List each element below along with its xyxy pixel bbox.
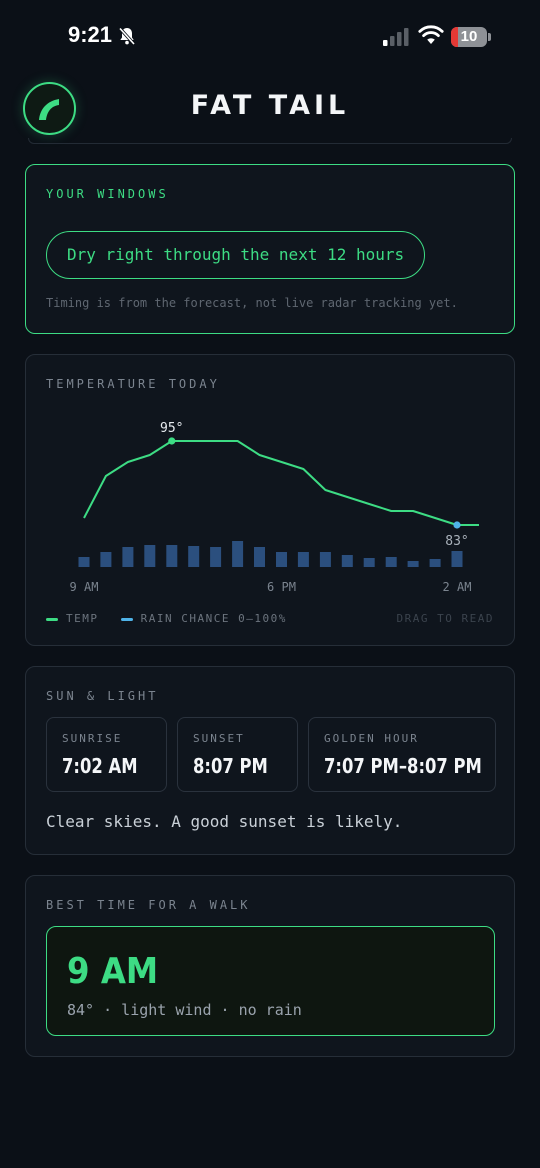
- dry-window-pill[interactable]: Dry right through the next 12 hours: [46, 231, 426, 279]
- rain-bar: [429, 559, 441, 567]
- drag-hint: DRAG TO READ: [396, 612, 494, 625]
- rain-bar: [276, 552, 287, 567]
- battery-icon: 10: [451, 27, 487, 47]
- rain-bar: [188, 546, 200, 567]
- temp-current-label: 83°: [445, 534, 468, 549]
- temp-series-line: [83, 440, 479, 526]
- sunset-value: 8:07 PM: [193, 754, 268, 778]
- forecast-note: Timing is from the forecast, not live ra…: [46, 296, 458, 310]
- windows-label: YOUR WINDOWS: [46, 187, 169, 201]
- rain-bar: [319, 552, 331, 567]
- temp-high-label: 95°: [160, 421, 183, 436]
- rain-bar: [254, 547, 265, 567]
- temp-current-marker: [453, 521, 461, 529]
- legend-temp: TEMP: [66, 612, 99, 625]
- windows-card: YOUR WINDOWS Dry right through the next …: [25, 164, 515, 334]
- golden-hour-value: 7:07 PM–8:07 PM: [324, 754, 482, 778]
- sunrise-box: SUNRISE 7:02 AM: [46, 717, 167, 792]
- temperature-card[interactable]: TEMPERATURE TODAY 95° 83° 9 AM 6 PM 2 AM T…: [25, 354, 515, 646]
- rain-bar: [297, 552, 309, 567]
- rain-bar: [407, 561, 419, 567]
- rain-bar: [144, 545, 156, 567]
- rain-bar: [385, 557, 397, 567]
- sunrise-value: 7:02 AM: [62, 754, 138, 778]
- walk-card: BEST TIME FOR A WALK 9 AM 84° · light wi…: [25, 875, 515, 1057]
- temp-high-marker: [168, 437, 176, 445]
- status-bar: 9:21 10: [0, 0, 540, 72]
- wifi-icon: [418, 25, 444, 44]
- sun-light-card: SUN & LIGHT SUNRISE 7:02 AM SUNSET 8:07 …: [25, 666, 515, 855]
- rain-bar: [451, 551, 463, 567]
- sunrise-label: SUNRISE: [62, 732, 123, 745]
- cellular-signal-icon: [383, 28, 409, 46]
- sunset-box: SUNSET 8:07 PM: [177, 717, 298, 792]
- rain-bar: [363, 558, 375, 567]
- rain-bar: [122, 547, 134, 567]
- legend-rain: RAIN CHANCE 0–100%: [140, 612, 287, 625]
- x-tick-label: 6 PM: [267, 580, 296, 594]
- rain-bar: [100, 552, 112, 567]
- x-tick-label: 2 AM: [443, 580, 472, 594]
- walk-label: BEST TIME FOR A WALK: [46, 898, 251, 912]
- rain-bar: [210, 547, 222, 567]
- header-divider: [28, 138, 512, 144]
- walk-time: 9 AM: [67, 951, 159, 992]
- golden-hour-label: GOLDEN HOUR: [324, 732, 419, 745]
- sun-light-label: SUN & LIGHT: [46, 689, 159, 703]
- bell-slash-icon: [118, 27, 136, 46]
- rain-bar: [341, 555, 353, 567]
- sunset-label: SUNSET: [193, 732, 245, 745]
- rain-bar: [78, 557, 90, 567]
- battery-level: 10: [460, 28, 478, 45]
- sun-summary: Clear skies. A good sunset is likely.: [46, 812, 403, 831]
- walk-detail: 84° · light wind · no rain: [67, 1001, 302, 1019]
- temperature-chart[interactable]: 95° 83° 9 AM 6 PM 2 AM: [26, 355, 516, 605]
- rain-bar: [232, 541, 244, 567]
- golden-hour-box: GOLDEN HOUR 7:07 PM–8:07 PM: [308, 717, 496, 792]
- walk-suggestion[interactable]: 9 AM 84° · light wind · no rain: [46, 926, 495, 1036]
- chart-legend: TEMP RAIN CHANCE 0–100%: [46, 612, 301, 625]
- app-title: FAT TAIL: [190, 90, 350, 121]
- x-tick-label: 9 AM: [70, 580, 99, 594]
- rain-bar: [166, 545, 178, 567]
- status-time: 9:21: [68, 22, 113, 47]
